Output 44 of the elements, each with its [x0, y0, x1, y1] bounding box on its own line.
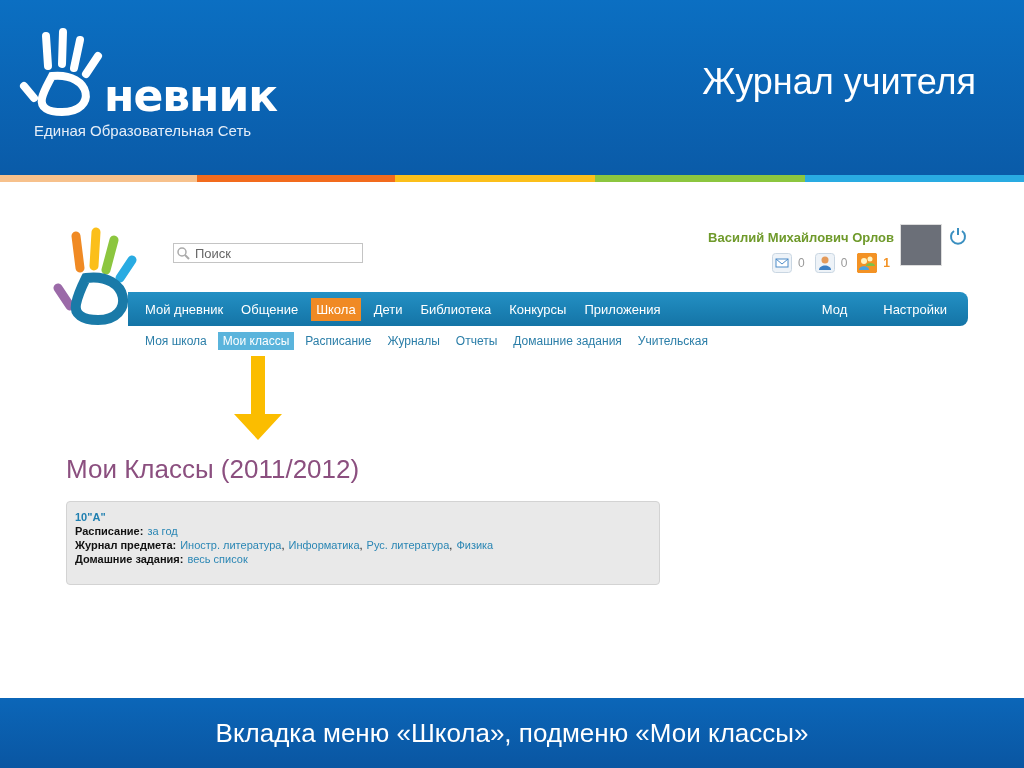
menu-tab[interactable]: Мой дневник [140, 297, 229, 321]
menu-tab[interactable]: Дети [368, 297, 408, 321]
link[interactable]: Физика [456, 538, 494, 552]
logo-subtitle: Единая Образовательная Сеть [34, 122, 253, 139]
submenu-tab[interactable]: Мои классы [217, 332, 295, 350]
link[interactable]: Информатика, [288, 538, 363, 552]
down-arrow-icon [234, 356, 282, 440]
user-name[interactable]: Василий Михайлович Орлов [708, 230, 894, 245]
link[interactable]: Рус. литература, [366, 538, 453, 552]
submenu-tab[interactable]: Моя школа [140, 332, 212, 350]
link[interactable]: весь список [187, 552, 248, 566]
menu-tab[interactable]: Настройки [878, 297, 952, 321]
menu-tab[interactable]: Мод [816, 297, 853, 321]
power-icon[interactable] [948, 226, 968, 246]
slide-caption: Вкладка меню «Школа», подменю «Мои классы» [215, 717, 809, 749]
menu-tab[interactable]: Конкурсы [504, 297, 572, 321]
envelope-icon[interactable] [771, 253, 792, 273]
menu-tab[interactable]: Библиотека [415, 297, 497, 321]
menu-tab[interactable]: Общение [236, 297, 304, 321]
avatar-photo[interactable] [900, 224, 942, 266]
search-field[interactable]: Поиск [173, 243, 363, 263]
field-label: Расписание: [75, 524, 144, 538]
logo-text: невник [104, 74, 278, 118]
submenu-tab[interactable]: Учительская [632, 332, 713, 350]
person-icon[interactable] [814, 253, 835, 273]
submenu-tab[interactable]: Журналы [382, 332, 445, 350]
menu-tab[interactable]: Школа [311, 297, 361, 321]
link[interactable]: Иностр. литература, [180, 538, 285, 552]
submenu-tab[interactable]: Домашние задания [508, 332, 627, 350]
counter-value: 0 [797, 256, 805, 270]
field-label: Домашние задания: [75, 552, 184, 566]
menu-tab[interactable]: Приложения [579, 297, 666, 321]
counter-value: 0 [840, 256, 848, 270]
people-icon[interactable] [857, 253, 878, 273]
counter-value: 1 [883, 256, 890, 270]
search-icon [177, 247, 190, 260]
page-heading: Мои Классы (2011/2012) [66, 454, 361, 485]
field-label: Журнал предмета: [75, 538, 177, 552]
submenu-tab[interactable]: Расписание [300, 332, 377, 350]
slide-title: Журнал учителя [702, 60, 976, 103]
submenu-tab[interactable]: Отчеты [450, 332, 503, 350]
link[interactable]: за год [147, 524, 178, 538]
class-link[interactable]: 10"А" [75, 510, 651, 524]
hand-logo-icon [18, 28, 104, 118]
